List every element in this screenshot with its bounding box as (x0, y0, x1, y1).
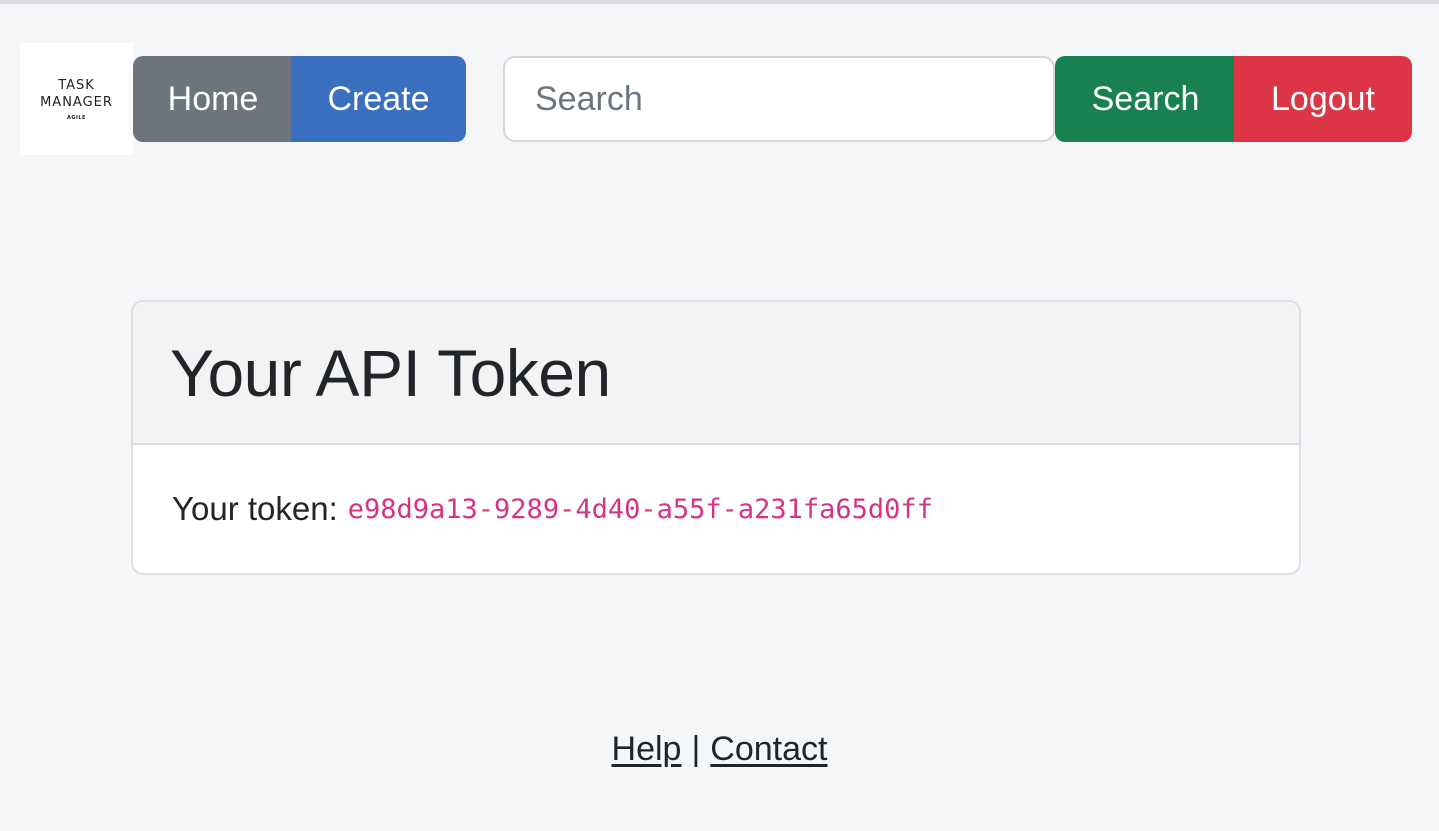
logo-line-2: MANAGER (40, 95, 113, 110)
footer: Help | Contact (0, 724, 1439, 774)
task-manager-logo[interactable]: TASK MANAGER AGILE (20, 43, 133, 155)
card-body: Your token: e98d9a13-9289-4d40-a55f-a231… (133, 445, 1299, 573)
search-button[interactable]: Search (1055, 56, 1236, 142)
create-button[interactable]: Create (291, 56, 466, 142)
contact-link[interactable]: Contact (710, 730, 827, 769)
footer-separator: | (691, 729, 701, 768)
logo-line-1: TASK (58, 78, 95, 93)
navbar: TASK MANAGER AGILE Home Create Search Lo… (0, 0, 1439, 160)
home-button[interactable]: Home (133, 56, 293, 142)
token-label: Your token: (172, 490, 338, 527)
search-input[interactable] (503, 56, 1055, 142)
card-header: Your API Token (133, 302, 1299, 445)
help-link[interactable]: Help (612, 730, 682, 769)
api-token-card: Your API Token Your token: e98d9a13-9289… (131, 300, 1301, 575)
token-value[interactable]: e98d9a13-9289-4d40-a55f-a231fa65d0ff (348, 494, 933, 525)
page-title: Your API Token (170, 335, 611, 410)
logo-tagline: AGILE (67, 115, 86, 121)
logout-button[interactable]: Logout (1234, 56, 1412, 142)
